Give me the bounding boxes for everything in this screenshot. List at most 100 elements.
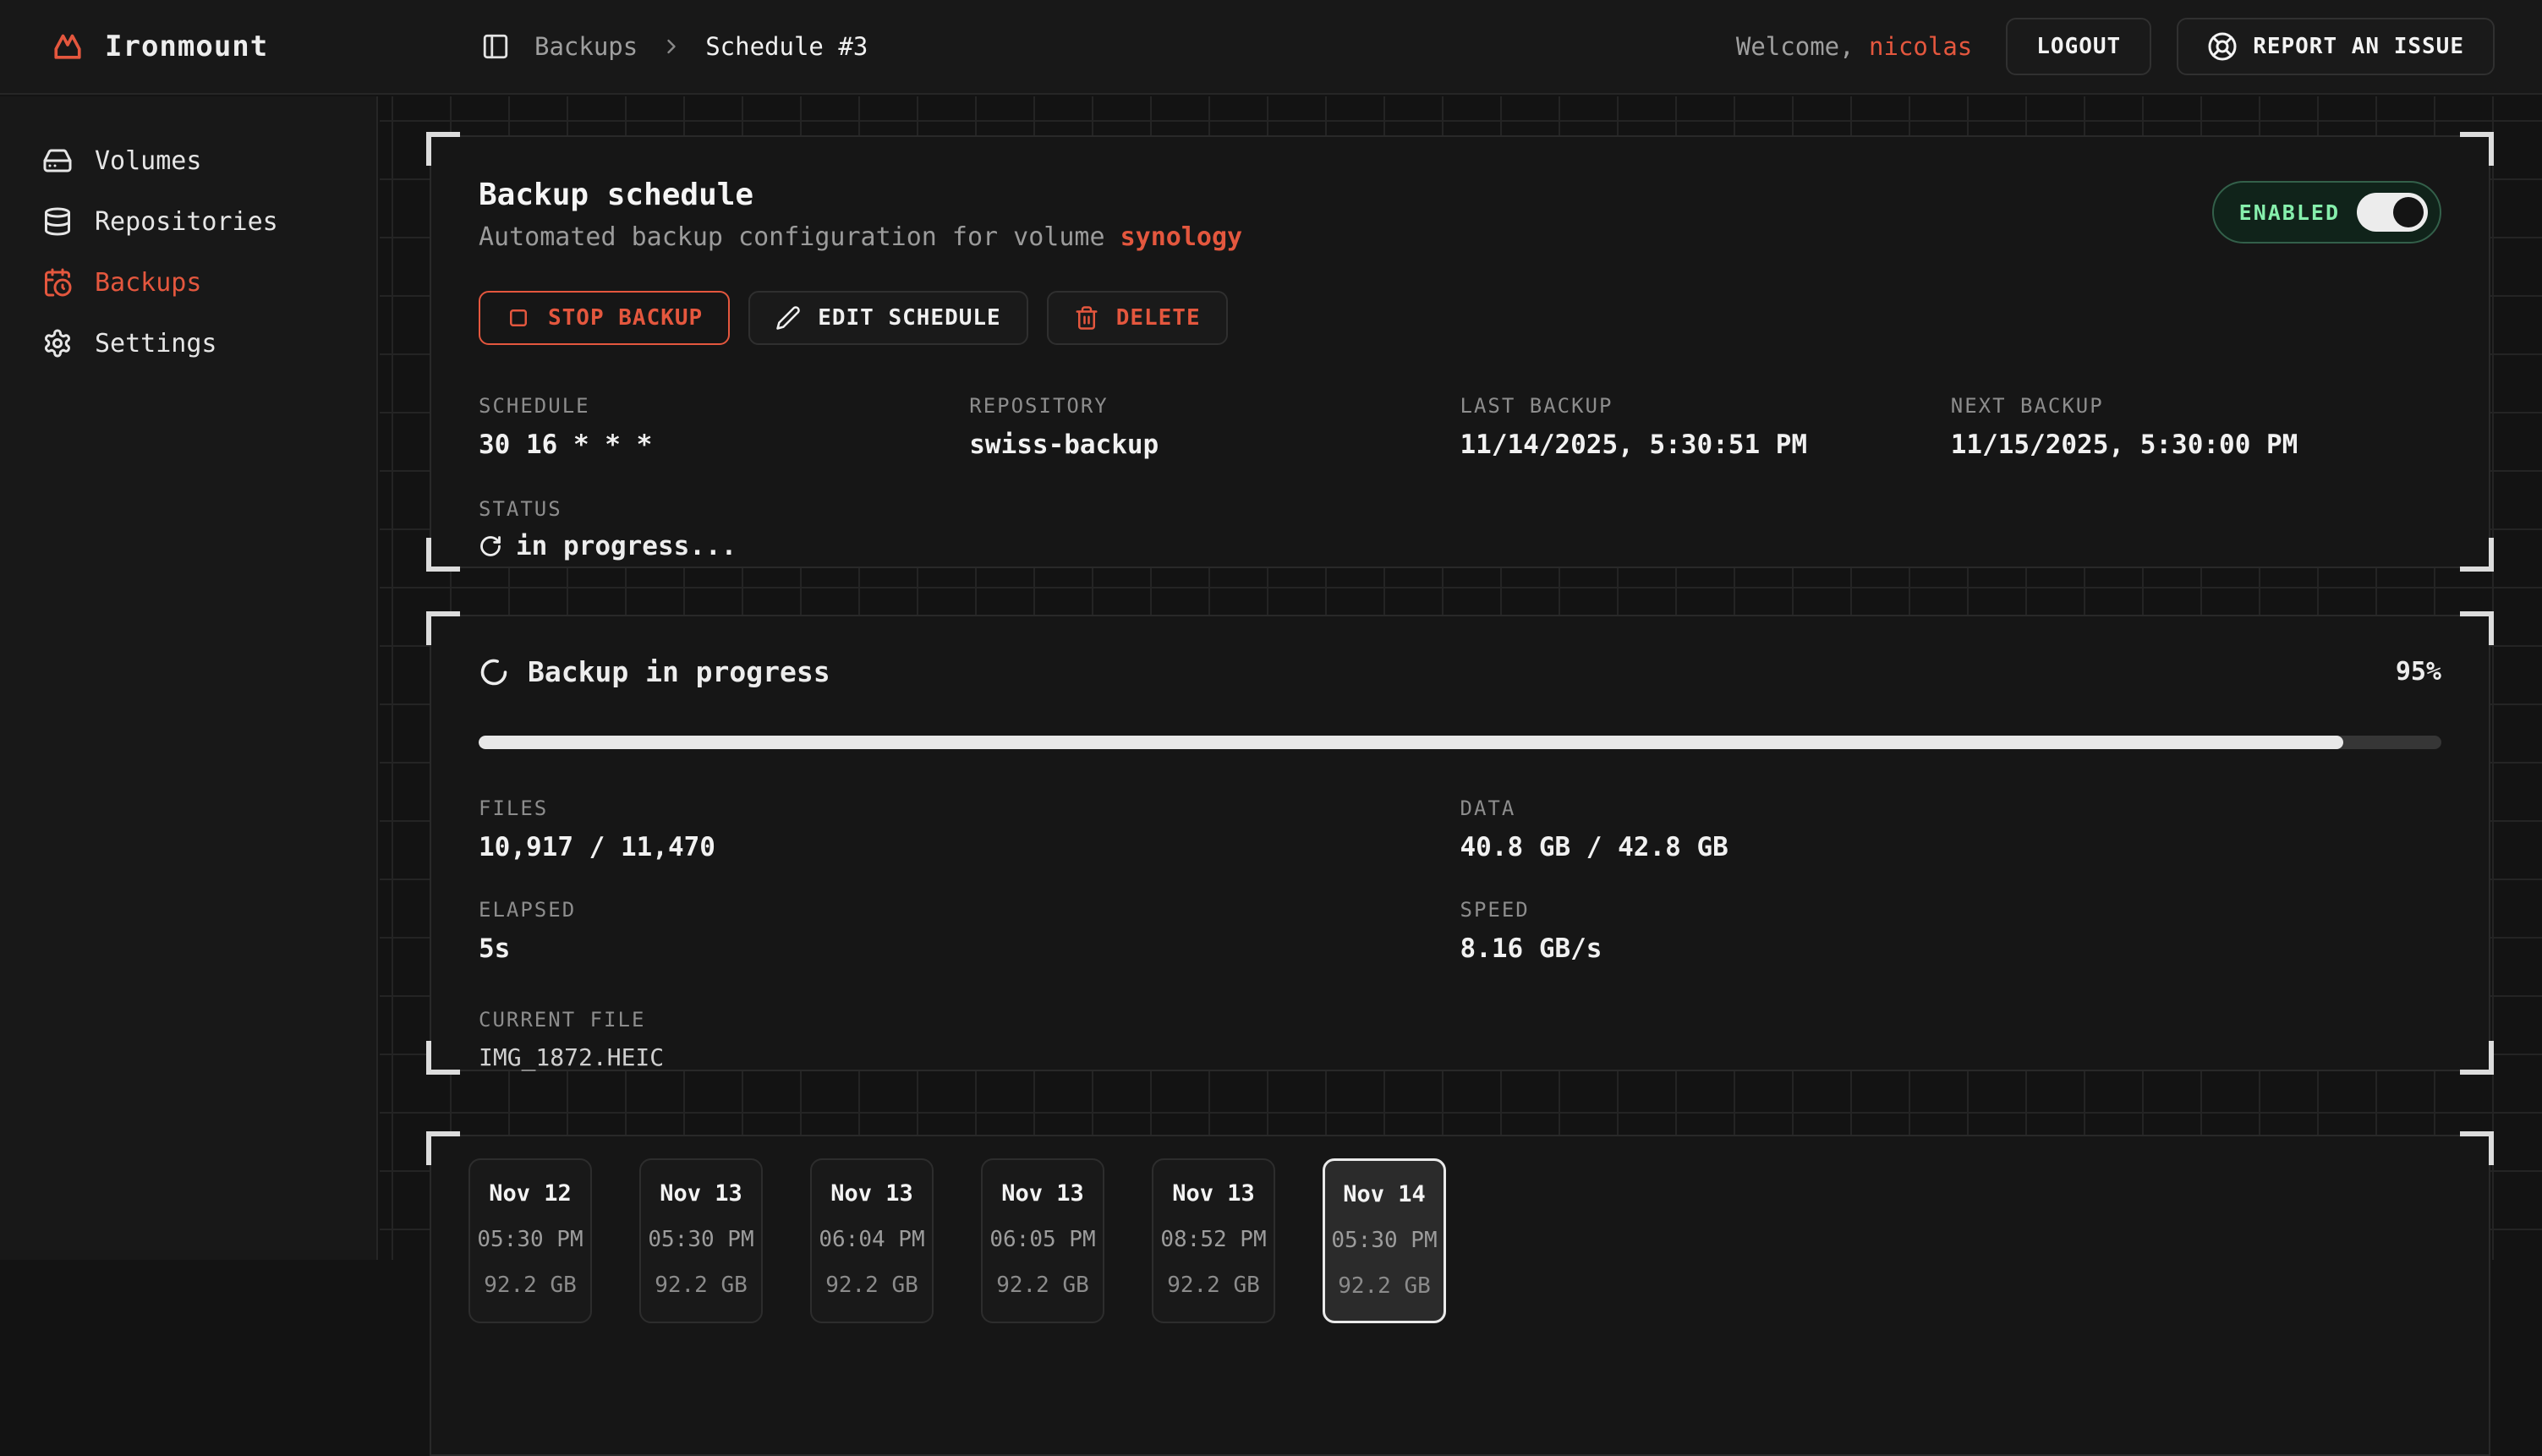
database-icon [42,206,73,237]
progress-percent: 95% [2396,657,2441,687]
history-date: Nov 14 [1325,1181,1444,1207]
history-time: 06:04 PM [812,1227,932,1252]
progress-card-title: Backup in progress [528,655,830,688]
history-time: 05:30 PM [470,1227,590,1252]
schedule-card-heading: Backup schedule Automated backup configu… [479,178,1242,252]
brand-name: Ironmount [105,30,268,63]
stat-label: DATA [1460,796,2442,820]
logout-button[interactable]: LOGOUT [2006,18,2151,75]
sidebar-item-label: Backups [95,268,201,298]
sidebar-item-label: Volumes [95,146,201,176]
welcome-text: Welcome, nicolas [1736,32,1972,61]
history-date: Nov 13 [812,1180,932,1207]
edit-schedule-label: EDIT SCHEDULE [818,305,1001,331]
hard-drive-icon [42,145,73,176]
stat-files: FILES 10,917 / 11,470 [479,796,1460,862]
username: nicolas [1869,32,1972,61]
history-card[interactable]: Nov 13 06:04 PM 92.2 GB [810,1158,934,1323]
calendar-clock-icon [42,267,73,298]
stop-backup-label: STOP BACKUP [548,305,703,331]
history-card[interactable]: Nov 12 05:30 PM 92.2 GB [468,1158,592,1323]
progress-fill [479,736,2343,749]
gear-icon [42,328,73,359]
stat-value: 40.8 GB / 42.8 GB [1460,832,2442,862]
schedule-fields: SCHEDULE 30 16 * * * REPOSITORY swiss-ba… [479,394,2441,460]
current-file-label: CURRENT FILE [479,1008,2441,1032]
field-value: 11/14/2025, 5:30:51 PM [1460,430,1951,460]
rotate-cw-icon [479,534,502,558]
breadcrumb: Backups Schedule #3 [479,30,868,63]
toggle-switch[interactable] [2357,193,2428,232]
status-label: STATUS [479,497,2441,521]
corner-bracket [2460,1041,2494,1075]
corner-bracket [426,611,460,645]
stat-value: 8.16 GB/s [1460,933,2442,964]
loader-spinner-icon [479,657,509,687]
welcome-prefix: Welcome, [1736,32,1854,61]
report-issue-label: REPORT AN ISSUE [2253,34,2464,59]
breadcrumb-section[interactable]: Backups [534,32,638,61]
corner-bracket [426,538,460,572]
history-date: Nov 13 [983,1180,1103,1207]
sidebar-item-settings[interactable]: Settings [0,313,376,374]
history-date: Nov 13 [641,1180,761,1207]
schedule-card-title: Backup schedule [479,178,1242,212]
stat-label: SPEED [1460,898,2442,922]
delete-button[interactable]: DELETE [1047,291,1228,345]
corner-bracket [2460,611,2494,645]
history-size: 92.2 GB [1153,1273,1274,1298]
sidebar-item-repositories[interactable]: Repositories [0,191,376,252]
edit-schedule-button[interactable]: EDIT SCHEDULE [748,291,1028,345]
toggle-knob [2393,197,2424,227]
breadcrumb-current: Schedule #3 [705,32,868,61]
enabled-label: ENABLED [2239,200,2340,225]
current-file-block: CURRENT FILE IMG_1872.HEIC [479,1008,2441,1071]
stat-speed: SPEED 8.16 GB/s [1460,898,2442,964]
sidebar-toggle-icon[interactable] [479,30,512,63]
enabled-toggle[interactable]: ENABLED [2212,181,2441,244]
history-time: 06:05 PM [983,1227,1103,1252]
sidebar-item-volumes[interactable]: Volumes [0,130,376,191]
sidebar-item-label: Repositories [95,207,278,237]
history-card[interactable]: Nov 14 05:30 PM 92.2 GB [1323,1158,1446,1323]
history-card[interactable]: Nov 13 05:30 PM 92.2 GB [639,1158,763,1323]
stat-label: FILES [479,796,1460,820]
corner-bracket [2460,1131,2494,1165]
trash-icon [1074,305,1099,331]
history-size: 92.2 GB [812,1273,932,1298]
history-date: Nov 12 [470,1180,590,1207]
progress-bar [479,736,2441,749]
field-repository: REPOSITORY swiss-backup [969,394,1460,460]
field-value: 30 16 * * * [479,430,969,460]
topbar: Ironmount Backups Schedule #3 Welcome, n… [0,0,2542,95]
stat-elapsed: ELAPSED 5s [479,898,1460,964]
corner-bracket [426,1131,460,1165]
stat-data: DATA 40.8 GB / 42.8 GB [1460,796,2442,862]
sidebar-item-backups[interactable]: Backups [0,252,376,313]
topbar-right: Welcome, nicolas LOGOUT REPORT AN ISSUE [1736,18,2495,75]
field-value: swiss-backup [969,430,1460,460]
schedule-actions: STOP BACKUP EDIT SCHEDULE DELETE [479,291,2441,345]
stop-backup-button[interactable]: STOP BACKUP [479,291,730,345]
pencil-icon [775,305,801,331]
history-time: 05:30 PM [641,1227,761,1252]
history-time: 08:52 PM [1153,1227,1274,1252]
current-file-value: IMG_1872.HEIC [479,1043,2441,1071]
life-buoy-icon [2207,31,2238,62]
corner-bracket [426,1041,460,1075]
volume-name: synology [1120,222,1243,252]
stop-square-icon [506,305,531,331]
history-row: Nov 12 05:30 PM 92.2 GB Nov 13 05:30 PM … [468,1158,2452,1323]
stat-value: 10,917 / 11,470 [479,832,1460,862]
corner-bracket [2460,132,2494,166]
history-size: 92.2 GB [470,1273,590,1298]
history-card[interactable]: Nov 13 08:52 PM 92.2 GB [1152,1158,1275,1323]
history-size: 92.2 GB [983,1273,1103,1298]
sidebar: Volumes Repositories Backups Settings [0,96,378,1260]
history-date: Nov 13 [1153,1180,1274,1207]
backup-history-card: Nov 12 05:30 PM 92.2 GB Nov 13 05:30 PM … [430,1135,2490,1456]
chevron-right-icon [660,35,683,58]
history-card[interactable]: Nov 13 06:05 PM 92.2 GB [981,1158,1104,1323]
stat-value: 5s [479,933,1460,964]
report-issue-button[interactable]: REPORT AN ISSUE [2177,18,2495,75]
